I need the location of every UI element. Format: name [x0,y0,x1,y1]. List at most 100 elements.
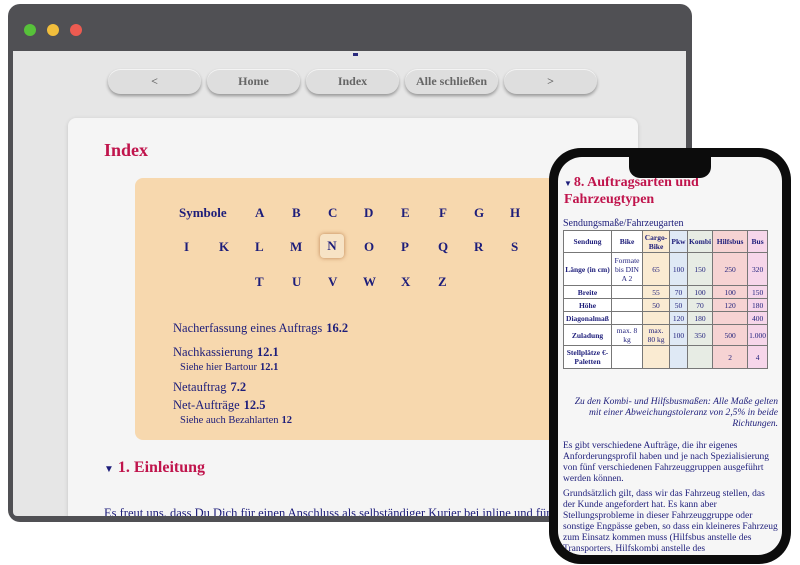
table-cell [642,345,670,369]
index-subentry[interactable]: Siehe auch Bezahlarten 12 [180,415,292,426]
table-cell: 70 [686,298,714,312]
index-entry-ref[interactable]: 12.1 [257,345,279,359]
table-cell: Formate bis DIN A 2 [611,252,643,286]
table-cell: 1.000 [747,324,769,346]
table-cell: 120 [669,311,688,325]
index-link-f[interactable]: F [439,205,447,221]
index-link-v[interactable]: V [328,274,337,290]
phone-paragraph: Grundsätzlich gilt, dass wir das Fahrzeu… [563,489,778,554]
index-link-k[interactable]: K [219,239,229,255]
maximize-window-icon[interactable] [24,24,36,36]
home-button[interactable]: Home [207,69,300,94]
row-header-cell: Breite [563,285,612,299]
table-row: Höhe 50 50 70 120 180 [563,298,769,312]
page-title: Index [104,140,149,160]
index-link-u[interactable]: U [292,274,301,290]
table-cell [611,345,643,369]
table-cell: 50 [642,298,670,312]
table-cell: 150 [747,285,769,299]
index-entry-label: Siehe auch Bezahlarten [180,415,279,426]
index-link-r[interactable]: R [474,239,483,255]
row-header-cell: Diagonalmaß [563,311,612,325]
index-link-c[interactable]: C [328,205,337,221]
index-entry[interactable]: Netauftrag 7.2 [173,380,246,395]
index-entry-label: Net-Aufträge [173,398,240,412]
table-cell: 100 [686,285,714,299]
forward-button[interactable]: > [504,69,597,94]
index-link-d[interactable]: D [364,205,373,221]
index-link-m[interactable]: M [290,239,302,255]
index-entry-ref[interactable]: 12 [282,415,293,426]
table-cell: 180 [747,298,769,312]
index-link-b[interactable]: B [292,205,301,221]
index-link-n-selected[interactable]: N [320,234,344,258]
index-link-h[interactable]: H [510,205,520,221]
table-cell: 500 [712,324,749,346]
index-link-l[interactable]: L [255,239,264,255]
back-button[interactable]: < [108,69,201,94]
index-entry[interactable]: Nachkassierung 12.1 [173,345,279,360]
table-cell [669,345,688,369]
table-cell: max. 8 kg [611,324,643,346]
row-header-cell: Stellplätze €-Paletten [563,345,612,369]
table-cell: 70 [669,285,688,299]
index-link-t[interactable]: T [255,274,264,290]
header-cell: Hilfsbus [712,230,749,253]
header-cell: Sendung [563,230,612,253]
index-entry-ref[interactable]: 16.2 [326,321,348,335]
index-entry-ref[interactable]: 7.2 [230,380,246,394]
table-row: Breite 55 70 100 100 150 [563,285,769,299]
row-header-cell: Höhe [563,298,612,312]
index-link-symbole[interactable]: Symbole [179,205,227,221]
index-link-g[interactable]: G [474,205,484,221]
index-button[interactable]: Index [306,69,399,94]
index-link-i[interactable]: I [184,239,189,255]
index-entry-label: Nachkassierung [173,345,253,359]
table-note: Zu den Kombi- und Hilfsbusmaßen: Alle Ma… [574,397,778,429]
disclosure-triangle-icon[interactable]: ▼ [564,176,572,192]
index-link-z[interactable]: Z [438,274,447,290]
index-entry[interactable]: Net-Aufträge 12.5 [173,398,266,413]
phone-screen: ▼ 8. Auftragsarten und Fahrzeugtypen Send… [558,157,782,555]
index-link-x[interactable]: X [401,274,410,290]
phone-section-heading[interactable]: ▼ 8. Auftragsarten und Fahrzeugtypen [564,175,744,208]
section-heading-text: 1. Einleitung [117,459,206,476]
index-link-o[interactable]: O [364,239,374,255]
index-entry-ref[interactable]: 12.5 [244,398,266,412]
index-link-e[interactable]: E [401,205,410,221]
table-caption: Sendungsmaße/Fahrzeugarten [563,218,684,229]
table-cell: 4 [747,345,769,369]
table-cell [611,311,643,325]
close-window-icon[interactable] [70,24,82,36]
index-link-s[interactable]: S [511,239,518,255]
index-entry-label: Nacherfassung eines Auftrags [173,321,323,335]
index-link-a[interactable]: A [255,205,264,221]
section-heading[interactable]: ▼ 1. Einleitung [104,459,205,477]
close-all-button[interactable]: Alle schließen [405,69,498,94]
index-link-q[interactable]: Q [438,239,448,255]
index-panel: Symbole A B C D E F G H I K L M N O P Q … [135,178,565,440]
table-cell: 50 [669,298,688,312]
table-cell: 250 [712,252,749,286]
table-cell: 100 [669,252,688,286]
index-entry-ref[interactable]: 12.1 [260,362,278,373]
header-cell: Pkw [669,230,688,253]
index-link-w[interactable]: W [363,274,376,290]
table-cell: 350 [686,324,714,346]
table-cell: 100 [669,324,688,346]
table-cell: 150 [686,252,714,286]
disclosure-triangle-icon[interactable]: ▼ [104,464,114,475]
row-header-cell: Zuladung [563,324,612,346]
table-cell: 180 [686,311,714,325]
phone-section-title: 8. Auftragsarten und Fahrzeugtypen [564,175,699,207]
phone-paragraph: Es gibt verschiedene Aufträge, die ihr e… [563,441,770,484]
table-cell: max. 80 kg [642,324,670,346]
index-entry[interactable]: Nacherfassung eines Auftrags 16.2 [173,321,348,336]
index-subentry[interactable]: Siehe hier Bartour 12.1 [180,362,278,373]
minimize-window-icon[interactable] [47,24,59,36]
table-cell [642,311,670,325]
vehicle-table: Sendung Bike Cargo-Bike Pkw Kombi Hilfsb… [563,230,769,369]
index-link-p[interactable]: P [401,239,409,255]
table-row: Zuladung max. 8 kg max. 80 kg 100 350 500 1.00… [563,324,769,346]
table-row: Diagonalmaß 120 180 400 [563,311,769,325]
